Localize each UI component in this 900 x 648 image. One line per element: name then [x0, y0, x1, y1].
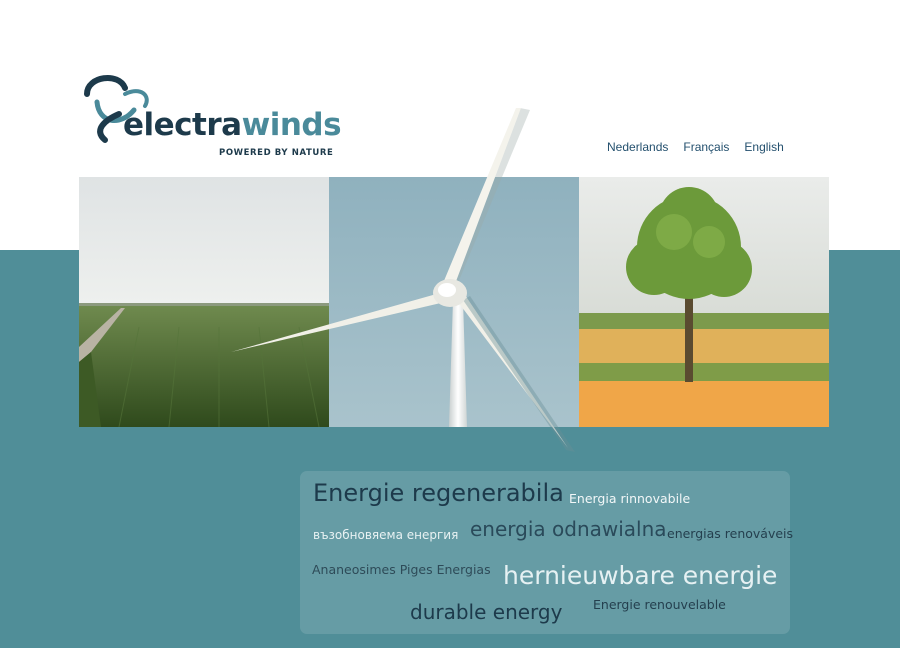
tag-energie-renouvelable[interactable]: Energie renouvelable: [593, 598, 726, 612]
lang-link-francais[interactable]: Français: [683, 140, 729, 154]
language-nav: Nederlands Français English: [607, 140, 784, 154]
tag-energia-rinnovabile[interactable]: Energia rinnovabile: [569, 492, 690, 506]
tag-durable-energy[interactable]: durable energy: [410, 602, 562, 622]
tag-energie-regenerabila[interactable]: Energie regenerabila: [313, 481, 564, 505]
logo-wordmark: electrawinds: [123, 107, 342, 143]
tag-vazobnovyaema-energiya[interactable]: възобновяема енергия: [313, 529, 458, 541]
tag-energia-odnawialna[interactable]: energia odnawialna: [470, 519, 667, 539]
lang-link-english[interactable]: English: [744, 140, 783, 154]
sky-photo: [329, 177, 579, 427]
tag-hernieuwbare-energie[interactable]: hernieuwbare energie: [503, 563, 777, 588]
tag-ananeosimes-piges-energias[interactable]: Ananeosimes Piges Energias: [312, 563, 491, 577]
tree-field-photo: [579, 177, 829, 427]
wheat-field-photo: [79, 177, 329, 427]
logo-tagline: POWERED BY NATURE: [219, 148, 334, 158]
tag-energias-renovaveis[interactable]: energias renováveis: [667, 527, 793, 541]
electrawinds-logo[interactable]: electrawinds POWERED BY NATURE: [79, 74, 342, 164]
lang-link-nederlands[interactable]: Nederlands: [607, 140, 668, 154]
